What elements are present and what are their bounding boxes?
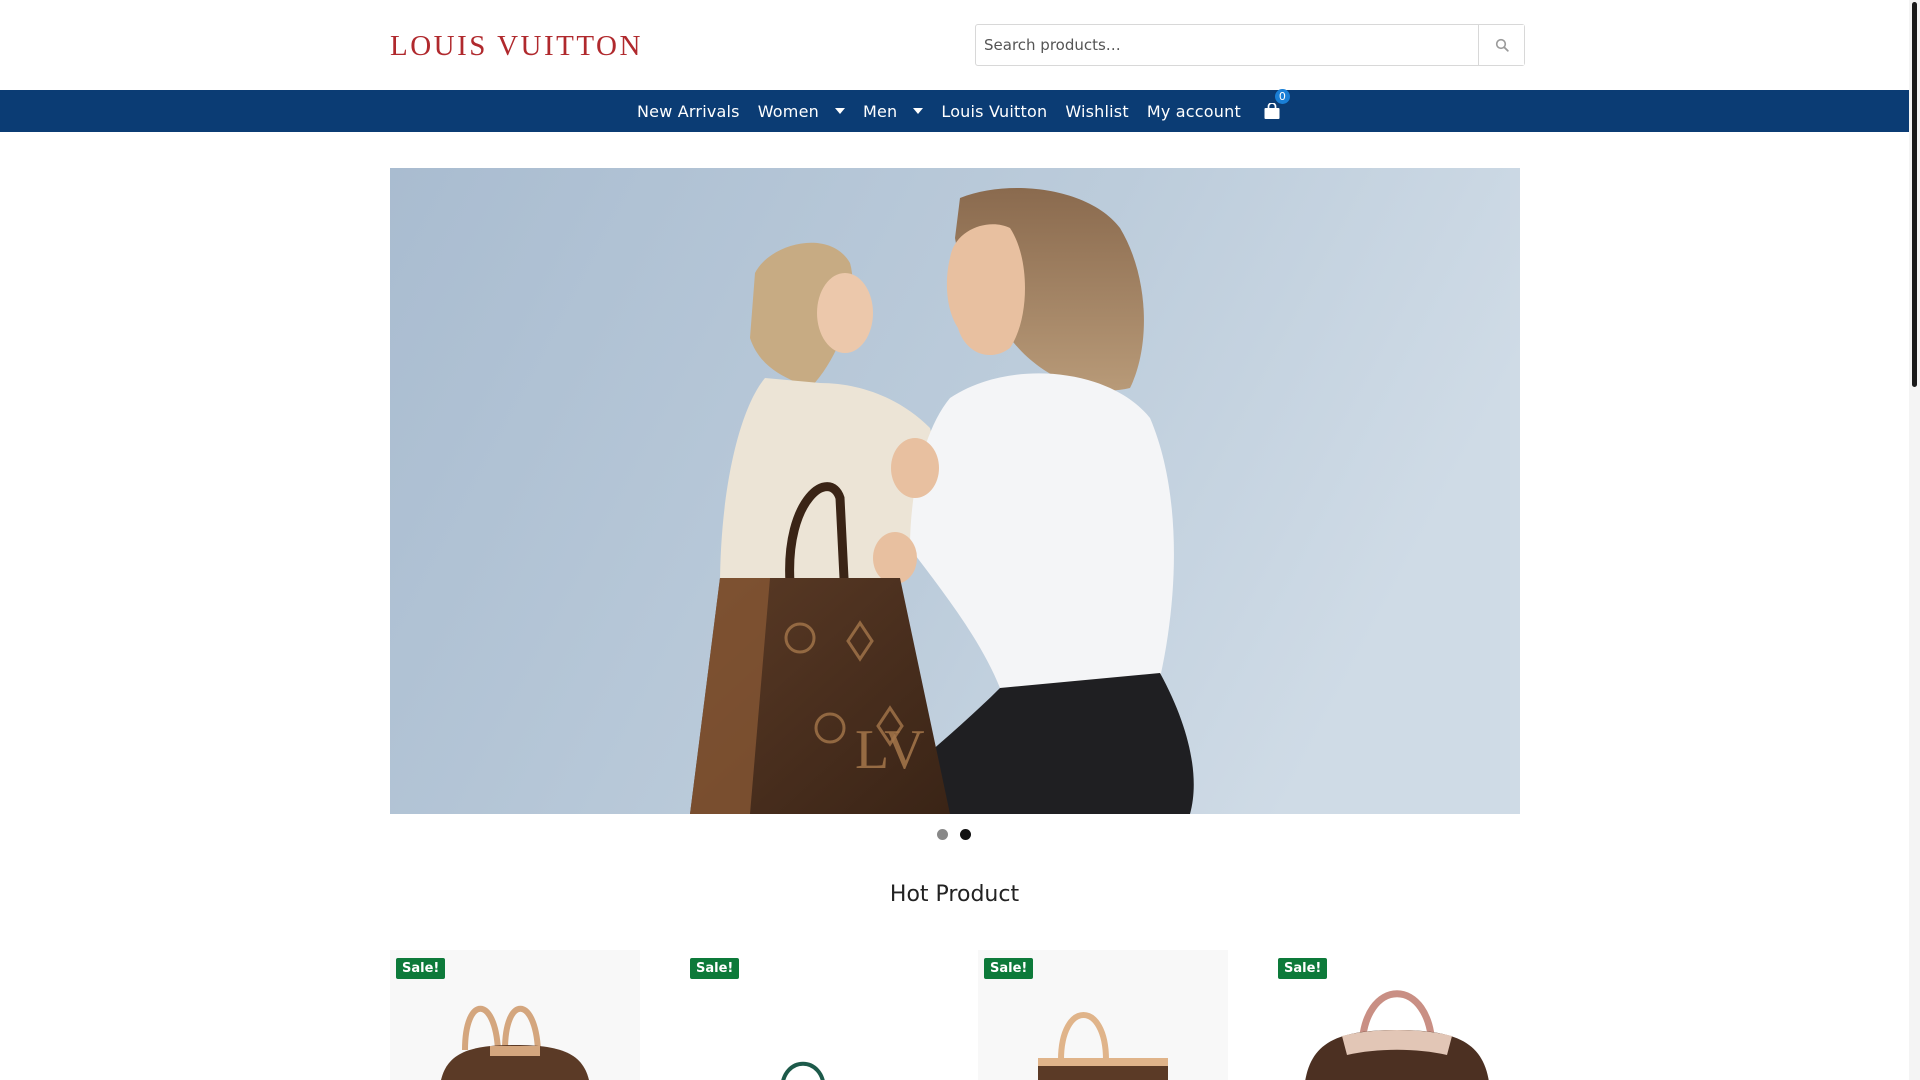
nav-item-label: Wishlist	[1065, 101, 1129, 121]
nav-item-label: New Arrivals	[637, 101, 740, 121]
nav-item-men[interactable]: Men	[854, 102, 932, 121]
cart-count-badge: 0	[1274, 88, 1290, 104]
cart-button[interactable]: 0	[1259, 88, 1290, 120]
caret-down-icon	[913, 108, 924, 114]
slider-dot-2[interactable]	[960, 829, 971, 840]
section-title: Hot Product	[889, 882, 1020, 907]
shopping-bag-icon	[1264, 102, 1280, 119]
slider-pagination	[937, 829, 971, 840]
nav-item-my-account[interactable]: My account	[1138, 102, 1250, 121]
nav-item-label: Women	[757, 101, 819, 121]
scrollbar-thumb[interactable]	[1912, 2, 1917, 387]
product-card[interactable]: Sale!	[390, 950, 640, 1080]
product-card[interactable]: Sale!	[978, 950, 1228, 1080]
svg-text:LV: LV	[855, 719, 925, 781]
search-button[interactable]	[1478, 25, 1524, 65]
nav-item-label: My account	[1146, 101, 1241, 121]
site-logo[interactable]: LOUIS VUITTON	[390, 30, 643, 63]
sale-badge: Sale!	[1278, 958, 1328, 979]
nav-item-women[interactable]: Women	[749, 102, 854, 121]
hero-slider[interactable]: LV	[390, 168, 1520, 814]
nav-item-wishlist[interactable]: Wishlist	[1056, 102, 1138, 121]
page-scrollbar[interactable]	[1909, 0, 1920, 1080]
site-header: LOUIS VUITTON	[0, 0, 1909, 90]
search-form	[975, 24, 1525, 66]
slider-dot-1[interactable]	[937, 829, 948, 840]
sale-badge: Sale!	[396, 958, 446, 979]
sale-badge: Sale!	[984, 958, 1034, 979]
product-card[interactable]: Sale!	[684, 950, 934, 1080]
nav-item-louis-vuitton[interactable]: Louis Vuitton	[932, 102, 1056, 121]
nav-item-label: Men	[862, 101, 898, 121]
nav-menu: New Arrivals Women Men Louis Vuitton Wis…	[628, 88, 1290, 132]
main-nav: New Arrivals Women Men Louis Vuitton Wis…	[0, 88, 1909, 132]
sale-badge: Sale!	[690, 958, 740, 979]
caret-down-icon	[834, 108, 845, 114]
search-input[interactable]	[976, 25, 1478, 65]
hero-image: LV	[390, 168, 1520, 814]
search-icon	[1495, 38, 1509, 52]
product-card[interactable]: Sale!	[1272, 950, 1522, 1080]
nav-item-new-arrivals[interactable]: New Arrivals	[628, 102, 749, 121]
nav-item-label: Louis Vuitton	[941, 101, 1048, 121]
